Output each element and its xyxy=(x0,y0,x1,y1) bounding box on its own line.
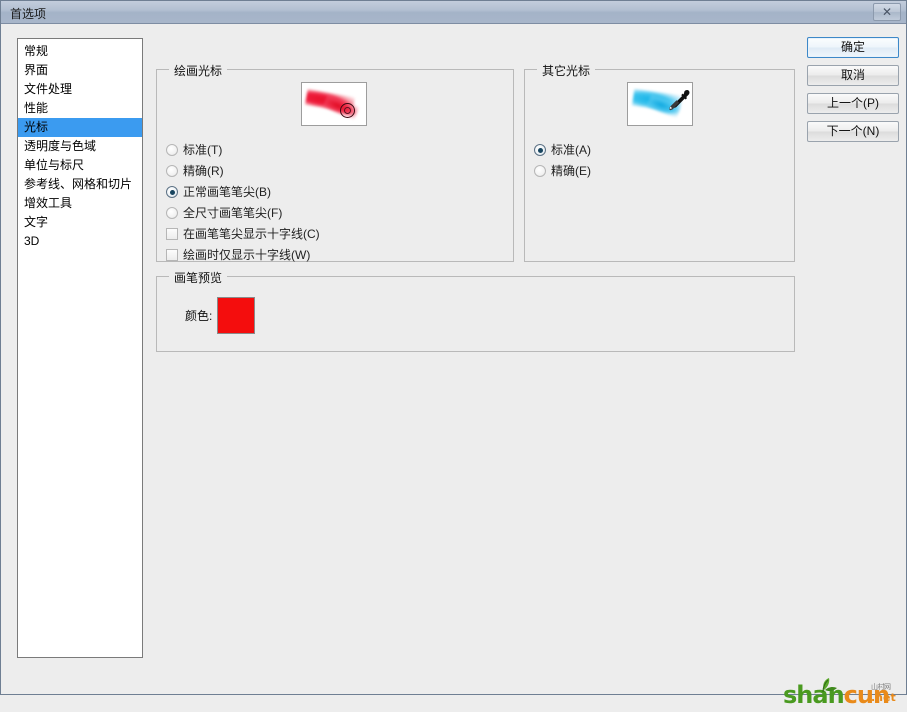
painting-option-show-crosshair-in-tip[interactable]: 在画笔笔尖显示十字线(C) xyxy=(166,226,320,243)
painting-option-precise-label: 精确(R) xyxy=(183,164,224,178)
painting-cursors-group: 绘画光标 标准(T) 精确(R) 正常画笔笔尖(B) 全尺寸画笔笔尖(F) 在画… xyxy=(156,62,514,264)
other-option-precise-label: 精确(E) xyxy=(551,164,591,178)
painting-option-normal-brush-tip-label: 正常画笔笔尖(B) xyxy=(183,185,271,199)
painting-option-normal-brush-tip[interactable]: 正常画笔笔尖(B) xyxy=(166,184,271,201)
brush-preview-color-label: 颜色: xyxy=(185,309,213,323)
dialog-body: 常规 界面 文件处理 性能 光标 透明度与色域 单位与标尺 参考线、网格和切片 … xyxy=(1,24,906,708)
painting-option-show-crosshair-in-tip-label: 在画笔笔尖显示十字线(C) xyxy=(183,227,320,241)
eyedropper-icon xyxy=(669,90,690,111)
painting-cursors-title: 绘画光标 xyxy=(169,62,228,79)
radio-selected-icon[interactable] xyxy=(166,186,178,198)
radio-icon[interactable] xyxy=(166,207,178,219)
watermark-logo: shancun 山村网 .net xyxy=(783,678,901,712)
other-option-precise[interactable]: 精确(E) xyxy=(534,163,591,180)
previous-button-label: 上一个(P) xyxy=(827,96,879,110)
sidebar-item-file-handling[interactable]: 文件处理 xyxy=(18,80,142,99)
preferences-dialog: 首选项 ✕ 常规 界面 文件处理 性能 光标 透明度与色域 单位与标尺 参考线、… xyxy=(0,0,907,708)
painting-option-precise[interactable]: 精确(R) xyxy=(166,163,224,180)
previous-button[interactable]: 上一个(P) xyxy=(807,93,899,114)
sidebar-item-guides-grid-slices[interactable]: 参考线、网格和切片 xyxy=(18,175,142,194)
brush-preview-color-swatch[interactable] xyxy=(217,297,255,334)
radio-icon[interactable] xyxy=(534,165,546,177)
next-button[interactable]: 下一个(N) xyxy=(807,121,899,142)
painting-option-full-size-brush-tip[interactable]: 全尺寸画笔笔尖(F) xyxy=(166,205,282,222)
painting-option-full-size-brush-tip-label: 全尺寸画笔笔尖(F) xyxy=(183,206,283,220)
sidebar-item-transparency-gamut[interactable]: 透明度与色域 xyxy=(18,137,142,156)
painting-option-crosshair-only-while-painting[interactable]: 绘画时仅显示十字线(W) xyxy=(166,247,310,264)
watermark-suffix: 山村网 .net xyxy=(871,684,901,704)
painting-option-standard[interactable]: 标准(T) xyxy=(166,142,222,159)
category-list[interactable]: 常规 界面 文件处理 性能 光标 透明度与色域 单位与标尺 参考线、网格和切片 … xyxy=(17,38,143,658)
window-title: 首选项 xyxy=(10,7,47,21)
painting-option-standard-label: 标准(T) xyxy=(183,143,223,157)
sidebar-item-general[interactable]: 常规 xyxy=(18,42,142,61)
sidebar-item-units-rulers[interactable]: 单位与标尺 xyxy=(18,156,142,175)
other-cursors-group: 其它光标 标准(A) 精确(E) xyxy=(524,62,795,262)
leaf-icon xyxy=(822,678,837,693)
checkbox-icon[interactable] xyxy=(166,249,178,261)
ok-button-label: 确定 xyxy=(840,40,865,54)
sidebar-item-interface[interactable]: 界面 xyxy=(18,61,142,80)
radio-icon[interactable] xyxy=(166,165,178,177)
brush-preview-group: 画笔预览 颜色: xyxy=(156,269,795,352)
painting-option-crosshair-only-while-painting-label: 绘画时仅显示十字线(W) xyxy=(183,248,311,262)
sidebar-item-cursors[interactable]: 光标 xyxy=(18,118,142,137)
sidebar-item-3d[interactable]: 3D xyxy=(18,232,142,251)
other-cursors-title: 其它光标 xyxy=(537,62,596,79)
other-cursor-preview xyxy=(627,82,693,126)
cancel-button-label: 取消 xyxy=(840,68,865,82)
next-button-label: 下一个(N) xyxy=(826,124,880,138)
brush-tip-ring-icon xyxy=(340,103,355,118)
watermark-tld: .net xyxy=(871,691,896,704)
titlebar: 首选项 ✕ xyxy=(1,1,906,24)
radio-icon[interactable] xyxy=(166,144,178,156)
sidebar-item-performance[interactable]: 性能 xyxy=(18,99,142,118)
other-option-standard[interactable]: 标准(A) xyxy=(534,142,591,159)
ok-button[interactable]: 确定 xyxy=(807,37,899,58)
close-icon[interactable]: ✕ xyxy=(873,3,901,21)
radio-selected-icon[interactable] xyxy=(534,144,546,156)
brush-cursor-preview xyxy=(301,82,367,126)
checkbox-icon[interactable] xyxy=(166,228,178,240)
other-option-standard-label: 标准(A) xyxy=(551,143,591,157)
cancel-button[interactable]: 取消 xyxy=(807,65,899,86)
brush-preview-title: 画笔预览 xyxy=(169,269,228,286)
sidebar-item-plugins[interactable]: 增效工具 xyxy=(18,194,142,213)
sidebar-item-type[interactable]: 文字 xyxy=(18,213,142,232)
